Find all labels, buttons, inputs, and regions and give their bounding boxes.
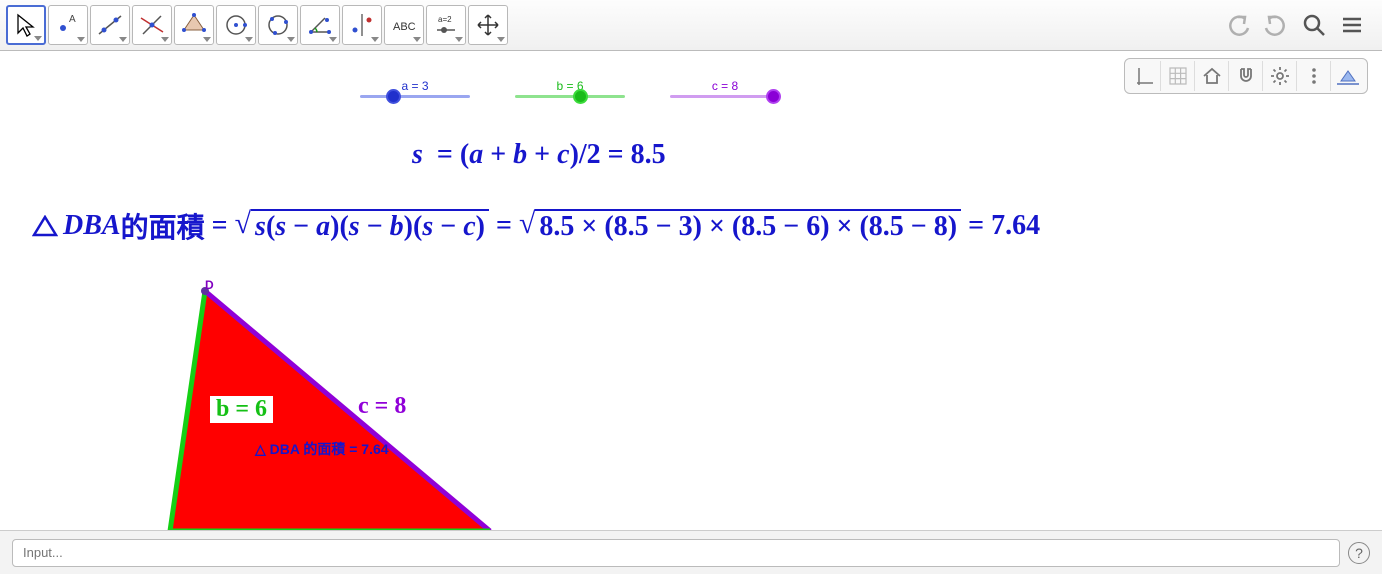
slider-c-thumb[interactable]	[766, 89, 781, 104]
triangle-area-label: △ DBA 的面積 = 7.64	[255, 439, 389, 459]
heron-sqrt-symbolic: √ s(s − a)(s − b)(s − c)	[235, 209, 489, 243]
input-field[interactable]	[12, 539, 1340, 567]
grid-icon[interactable]	[1161, 61, 1195, 91]
formula-heron: DBA 的面積 = √ s(s − a)(s − b)(s − c) = √ 8…	[32, 206, 1040, 246]
svg-text:A: A	[69, 14, 76, 25]
axes-icon[interactable]	[1127, 61, 1161, 91]
formula-s-value: 8.5	[631, 139, 666, 170]
tool-point[interactable]: A	[48, 5, 88, 45]
formula-s-var: s	[412, 139, 423, 170]
menu-icon[interactable]	[1338, 11, 1366, 39]
slider-c[interactable]: c = 8	[670, 79, 780, 98]
slider-a[interactable]: a = 3	[360, 79, 470, 98]
tool-pan[interactable]	[468, 5, 508, 45]
tool-angle[interactable]	[300, 5, 340, 45]
tool-line[interactable]	[90, 5, 130, 45]
toolbar-right	[1224, 11, 1376, 39]
tool-move[interactable]	[6, 5, 46, 45]
tool-polygon[interactable]	[174, 5, 214, 45]
triangle-svg	[0, 271, 600, 530]
heron-lhs-cn: 的面積	[121, 206, 205, 246]
tool-reflect[interactable]	[342, 5, 382, 45]
search-icon[interactable]	[1300, 11, 1328, 39]
undo-icon[interactable]	[1224, 11, 1252, 39]
heron-sqrt-numeric: √ 8.5 × (8.5 − 3) × (8.5 − 6) × (8.5 − 8…	[519, 209, 961, 243]
graphics-view[interactable]: a = 3 b = 6 c = 8 s = (a + b + c)/2 = 8.…	[0, 51, 1382, 530]
slider-b[interactable]: b = 6	[515, 79, 625, 98]
tool-circle-center[interactable]	[216, 5, 256, 45]
heron-value: 7.64	[991, 210, 1040, 242]
svg-text:a=2: a=2	[438, 15, 452, 24]
tool-slider[interactable]: a=2	[426, 5, 466, 45]
snap-icon[interactable]	[1229, 61, 1263, 91]
slider-a-thumb[interactable]	[386, 89, 401, 104]
slider-b-thumb[interactable]	[573, 89, 588, 104]
redo-icon[interactable]	[1262, 11, 1290, 39]
side-c-label: c = 8	[358, 393, 406, 420]
tool-circle-3points[interactable]	[258, 5, 298, 45]
gear-icon[interactable]	[1263, 61, 1297, 91]
tool-perpendicular[interactable]	[132, 5, 172, 45]
main-toolbar: A ABC a=2	[0, 0, 1382, 51]
triangle-icon	[32, 215, 58, 237]
heron-lhs-name: DBA	[63, 210, 121, 242]
input-bar: ?	[0, 530, 1382, 574]
home-icon[interactable]	[1195, 61, 1229, 91]
side-b-label: b = 6	[210, 396, 273, 423]
tool-text[interactable]: ABC	[384, 5, 424, 45]
svg-text:ABC: ABC	[393, 21, 416, 33]
more-icon[interactable]	[1297, 61, 1331, 91]
help-icon[interactable]: ?	[1348, 542, 1370, 564]
slider-a-label: a = 3	[401, 79, 428, 93]
slider-c-label: c = 8	[712, 79, 738, 93]
formula-s: s = (a + b + c)/2 = 8.5	[412, 139, 666, 171]
style-bar	[1124, 58, 1368, 94]
vertex-d-label: D	[205, 278, 214, 292]
collapse-icon[interactable]	[1331, 61, 1365, 91]
